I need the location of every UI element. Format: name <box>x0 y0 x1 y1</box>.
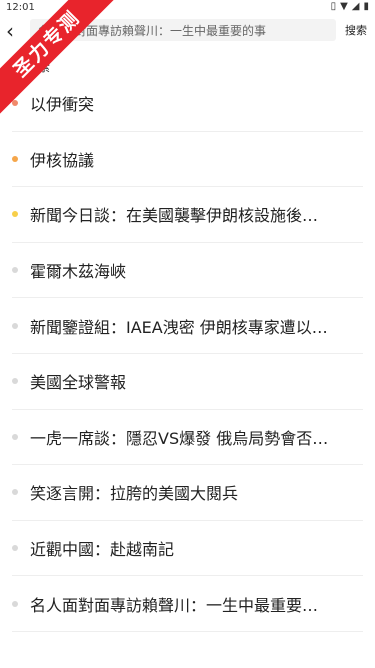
list-item-label: 新聞今日談：在美國襲擊伊朗核設施後… <box>30 206 319 226</box>
search-button[interactable]: 搜索 <box>345 22 367 38</box>
wifi-icon: ▼ <box>340 1 348 12</box>
list-item-label: 以伊衝突 <box>30 95 95 115</box>
bullet-dot-icon <box>12 322 18 329</box>
section-label: 搜索 <box>26 60 51 74</box>
list-item-label: 新聞鑒證組：IAEA洩密 伊朗核專家遭以… <box>30 317 328 337</box>
bullet-dot-icon <box>12 267 18 274</box>
list-item[interactable]: 近觀中國：赴越南記 <box>12 521 363 577</box>
list-item[interactable]: 新聞鑒證組：IAEA洩密 伊朗核專家遭以… <box>12 298 363 354</box>
list-item-label: 美國全球警報 <box>30 373 127 393</box>
list-item[interactable]: 伊核協議 <box>12 132 363 188</box>
back-arrow-icon[interactable]: ‹ <box>6 20 26 42</box>
status-bar: 12:01 ▯ ▼ ◢ ▮ <box>0 0 375 16</box>
list-item-label: 一虎一席談：隱忍VS爆發 俄烏局勢會否… <box>30 428 329 448</box>
bullet-dot-icon <box>12 600 18 607</box>
vibrate-icon: ▯ <box>330 1 337 12</box>
list-item[interactable]: 以伊衝突 <box>12 76 363 132</box>
list-item[interactable]: 霍爾木茲海峽 <box>12 243 363 299</box>
bullet-dot-icon <box>12 545 18 552</box>
bullet-dot-icon <box>12 378 18 385</box>
status-time: 12:01 <box>6 2 35 13</box>
list-item[interactable]: 新聞今日談：在美國襲擊伊朗核設施後… <box>12 187 363 243</box>
list-item[interactable]: 笑逐言開：拉胯的美國大閱兵 <box>12 465 363 521</box>
status-icons: ▯ ▼ ◢ ▮ <box>331 1 369 12</box>
list-item[interactable]: 一虎一席談：隱忍VS爆發 俄烏局勢會否… <box>12 410 363 466</box>
bullet-dot-icon <box>12 211 18 218</box>
list-item-label: 伊核協議 <box>30 150 95 170</box>
bullet-dot-icon <box>12 433 18 440</box>
search-bar: ‹ 搜索 <box>0 16 375 48</box>
list-item-label: 名人面對面專訪賴聲川：一生中最重要… <box>30 595 319 615</box>
list-item-label: 近觀中國：赴越南記 <box>30 540 175 560</box>
list-item-label: 笑逐言開：拉胯的美國大閱兵 <box>30 484 239 504</box>
list-item-label: 霍爾木茲海峽 <box>30 262 127 282</box>
search-history-list: 以伊衝突伊核協議新聞今日談：在美國襲擊伊朗核設施後… 霍爾木茲海峽新聞鑒證組：IA… <box>0 76 375 632</box>
signal-icon: ◢ <box>351 1 360 12</box>
battery-icon: ▮ <box>363 1 369 12</box>
bullet-dot-icon <box>12 155 18 162</box>
search-input[interactable] <box>30 19 336 41</box>
bullet-dot-icon <box>12 100 18 107</box>
list-item[interactable]: 美國全球警報 <box>12 354 363 410</box>
bullet-dot-icon <box>12 489 18 496</box>
list-item[interactable]: 名人面對面專訪賴聲川：一生中最重要… <box>12 576 363 632</box>
